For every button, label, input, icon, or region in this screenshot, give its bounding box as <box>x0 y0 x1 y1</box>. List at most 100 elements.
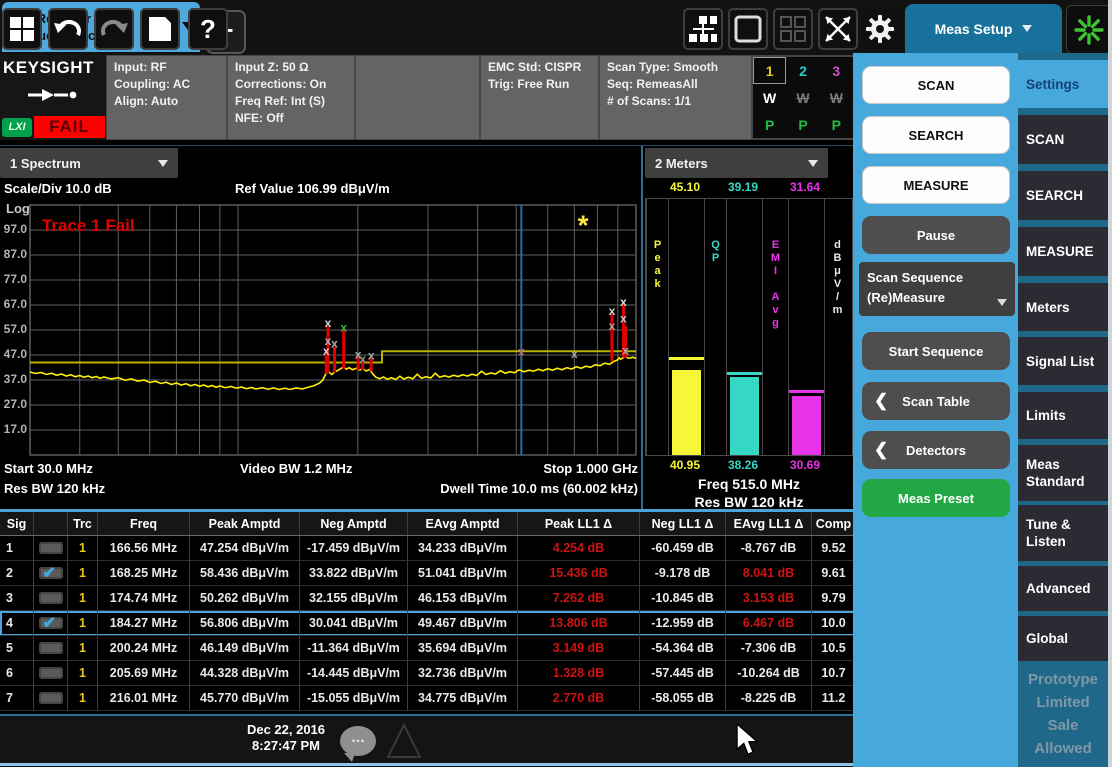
start-sequence-button[interactable]: Start Sequence <box>862 332 1010 370</box>
cell-sig: 2 <box>0 561 34 586</box>
info-line: # of Scans: 1/1 <box>607 93 751 110</box>
header-checkbox <box>34 512 68 535</box>
row-checkbox[interactable] <box>39 692 63 704</box>
trace-1 <box>30 356 636 390</box>
trace-number-2[interactable]: 2 <box>786 57 819 84</box>
tab-measure[interactable]: MEASURE <box>1018 227 1108 276</box>
table-row[interactable]: 71216.01 MHz45.770 dBμV/m-15.055 dBμV/m3… <box>0 686 857 711</box>
pause-button[interactable]: Pause <box>862 216 1010 254</box>
row-checkbox[interactable] <box>39 567 63 579</box>
window-arrange-button[interactable] <box>683 8 723 50</box>
watermark-line: Allowed <box>1018 737 1108 760</box>
meters-window-selector[interactable]: 2 Meters <box>645 148 828 178</box>
spectrum-plot[interactable]: xxxxxxxxxxxxxxx* <box>28 203 640 457</box>
bottom-toolbar <box>0 714 860 767</box>
cell-chk <box>34 686 68 711</box>
undo-button[interactable] <box>48 8 88 50</box>
grid-layout-button[interactable] <box>773 8 813 50</box>
meter-resbw-readout: Res BW 120 kHz <box>645 494 853 510</box>
fullscreen-button[interactable] <box>818 8 858 50</box>
tab-signal-list[interactable]: Signal List <box>1018 337 1108 385</box>
cell-trc: 1 <box>68 586 98 611</box>
cell-peak-ll1: 15.436 dB <box>518 561 640 586</box>
tab-search[interactable]: SEARCH <box>1018 171 1108 220</box>
trace-number-3[interactable]: 3 <box>820 57 853 84</box>
tab-settings[interactable]: Settings <box>1018 60 1108 108</box>
message-bubble-button[interactable]: ... <box>340 726 376 756</box>
search-button[interactable]: SEARCH <box>862 116 1010 154</box>
detectors-button[interactable]: Detectors❮ <box>862 431 1010 469</box>
tab-meas-standard[interactable]: Meas Standard <box>1018 445 1108 501</box>
system-settings-button[interactable] <box>859 7 901 50</box>
tab-scan[interactable]: SCAN <box>1018 115 1108 164</box>
cell-peak-ll1: 2.770 dB <box>518 686 640 711</box>
info-line: Trig: Free Run <box>488 76 598 93</box>
y-tick-label: 27.0 <box>0 397 27 411</box>
info-line: Align: Auto <box>114 93 226 110</box>
emi-avg-bar <box>792 396 821 455</box>
table-row[interactable]: 51200.24 MHz46.149 dBμV/m-11.364 dBμV/m3… <box>0 636 857 661</box>
meas-setup-dropdown[interactable]: Meas Setup <box>905 4 1062 53</box>
dwell-time-readout: Dwell Time 10.0 ms (60.002 kHz) <box>360 481 638 496</box>
cell-peak-amptd: 58.436 dBμV/m <box>190 561 300 586</box>
y-tick-label: 47.0 <box>0 347 27 361</box>
table-row[interactable]: 11166.56 MHz47.254 dBμV/m-17.459 dBμV/m3… <box>0 536 857 561</box>
trace-write-state-3: W <box>820 84 853 111</box>
help-button[interactable]: ? <box>188 8 228 50</box>
cell-sig: 3 <box>0 586 34 611</box>
cell-eavg-amptd: 34.233 dBμV/m <box>408 536 518 561</box>
scan-button[interactable]: SCAN <box>862 66 1010 104</box>
table-row[interactable]: 31174.74 MHz50.262 dBμV/m32.155 dBμV/m46… <box>0 586 857 611</box>
table-row[interactable]: 21168.25 MHz58.436 dBμV/m33.822 dBμV/m51… <box>0 561 857 586</box>
clock-readout[interactable]: Dec 22, 2016 8:27:47 PM <box>236 722 336 754</box>
spinner-ray <box>1093 20 1099 26</box>
y-tick-label: 87.0 <box>0 247 27 261</box>
tab-meters[interactable]: Meters <box>1018 283 1108 331</box>
measure-button[interactable]: MEASURE <box>862 166 1010 204</box>
file-icon <box>149 17 171 41</box>
scan-table-button[interactable]: Scan Table❮ <box>862 382 1010 420</box>
cell-freq: 184.27 MHz <box>98 611 190 636</box>
meas-preset-button[interactable]: Meas Preset <box>862 479 1010 517</box>
row-checkbox[interactable] <box>39 642 63 654</box>
file-button[interactable] <box>140 8 180 50</box>
scan-sequence-dropdown[interactable]: Scan Sequence (Re)Measure <box>859 262 1015 316</box>
signal-list-table[interactable]: SigTrcFreqPeak AmptdNeg AmptdEAvg AmptdP… <box>0 509 857 719</box>
cell-freq: 166.56 MHz <box>98 536 190 561</box>
emi-avg-label: EMI Avg <box>763 199 788 330</box>
spectrum-window-selector[interactable]: 1 Spectrum <box>0 148 178 178</box>
time-text: 8:27:47 PM <box>236 738 336 754</box>
table-row[interactable]: 61205.69 MHz44.328 dBμV/m-14.445 dBμV/m3… <box>0 661 857 686</box>
meter-max-slot <box>703 180 725 196</box>
tab-limits[interactable]: Limits <box>1018 392 1108 439</box>
tab-advanced[interactable]: Advanced <box>1018 566 1108 611</box>
tab-global[interactable]: Global <box>1018 616 1108 661</box>
redo-button[interactable] <box>94 8 134 50</box>
scan-sequence-value: (Re)Measure <box>867 288 1015 308</box>
cell-peak-amptd: 45.770 dBμV/m <box>190 686 300 711</box>
row-checkbox[interactable] <box>39 667 63 679</box>
cell-peak-amptd: 44.328 dBμV/m <box>190 661 300 686</box>
ref-value-readout: Ref Value 106.99 dBμV/m <box>235 181 390 196</box>
watermark-line: Prototype <box>1018 668 1108 691</box>
row-checkbox[interactable] <box>39 617 63 629</box>
trace-number-1[interactable]: 1 <box>753 57 786 84</box>
cell-eavg-ll1: 6.467 dB <box>726 611 812 636</box>
windows-start-button[interactable] <box>2 8 42 50</box>
cell-chk <box>34 561 68 586</box>
touch-select-button[interactable] <box>728 8 768 50</box>
cell-neg-amptd: 30.041 dBμV/m <box>300 611 408 636</box>
svg-text:x: x <box>622 343 629 357</box>
svg-text:x: x <box>518 344 525 358</box>
row-checkbox[interactable] <box>39 592 63 604</box>
meter-label-column: Peak <box>646 199 668 455</box>
table-header-row: SigTrcFreqPeak AmptdNeg AmptdEAvg AmptdP… <box>0 512 857 536</box>
table-row[interactable]: 41184.27 MHz56.806 dBμV/m30.041 dBμV/m49… <box>0 611 857 636</box>
info-line: Corrections: On <box>235 76 354 93</box>
window-divider <box>641 146 643 512</box>
cell-peak-ll1: 4.254 dB <box>518 536 640 561</box>
tab-tune-listen[interactable]: Tune & Listen <box>1018 505 1108 561</box>
spinner-ray <box>1093 33 1099 39</box>
row-checkbox[interactable] <box>39 542 63 554</box>
header-neg-ll1-: Neg LL1 Δ <box>640 512 726 535</box>
